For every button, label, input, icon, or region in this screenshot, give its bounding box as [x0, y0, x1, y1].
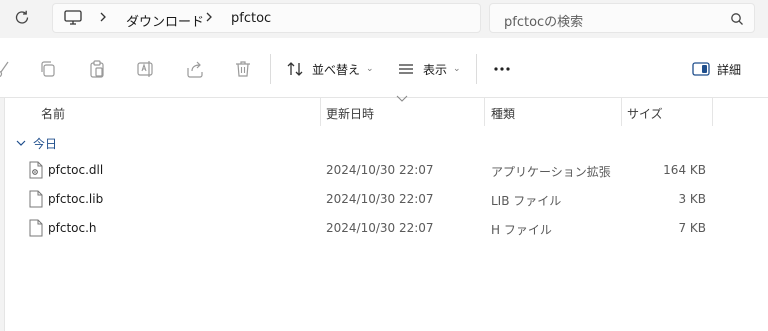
dll-file-icon: [29, 161, 43, 179]
chevron-down-icon: ⌄: [366, 64, 374, 74]
column-divider[interactable]: [621, 98, 622, 126]
details-label: 詳細: [717, 62, 742, 77]
address-bar[interactable]: ダウンロード pfctoc: [52, 3, 481, 33]
chevron-right-icon[interactable]: [98, 10, 108, 24]
share-icon[interactable]: [185, 59, 205, 79]
chevron-right-icon[interactable]: [204, 10, 214, 24]
more-icon: [494, 67, 510, 71]
file-row[interactable]: pfctoc.lib 2024/10/30 22:07 LIB ファイル 3 K…: [6, 185, 718, 214]
file-name: pfctoc.lib: [48, 192, 104, 206]
sort-button[interactable]: 並べ替え ⌄: [286, 58, 374, 80]
breadcrumb-pfctoc[interactable]: pfctoc: [231, 11, 271, 26]
address-bar-row: ダウンロード pfctoc pfctocの検索: [0, 0, 768, 38]
command-bar: 並べ替え ⌄ 表示 ⌄ 詳細: [0, 40, 768, 98]
search-input[interactable]: pfctocの検索: [489, 3, 755, 33]
file-icon: [29, 219, 43, 237]
file-name: pfctoc.h: [48, 221, 97, 235]
column-header-row: 名前 更新日時 種類 サイズ: [6, 98, 768, 126]
column-header-size[interactable]: サイズ: [627, 98, 663, 126]
column-header-modified[interactable]: 更新日時: [326, 98, 374, 126]
column-divider[interactable]: [484, 98, 485, 126]
this-pc-icon[interactable]: [64, 10, 82, 26]
toolbar-divider: [476, 54, 477, 84]
paste-icon[interactable]: [87, 59, 107, 79]
details-pane-button[interactable]: 詳細: [692, 58, 741, 80]
view-button[interactable]: 表示 ⌄: [397, 58, 461, 80]
delete-icon[interactable]: [233, 59, 253, 79]
file-type: LIB ファイル: [491, 194, 562, 208]
chevron-down-icon: ⌄: [453, 64, 461, 74]
file-type: H ファイル: [491, 223, 552, 237]
column-header-name[interactable]: 名前: [41, 98, 65, 126]
file-modified: 2024/10/30 22:07: [326, 163, 434, 177]
search-icon[interactable]: [730, 12, 744, 26]
navigation-pane-edge: [0, 98, 5, 331]
details-pane-icon: [692, 62, 710, 76]
refresh-icon[interactable]: [12, 8, 32, 28]
group-label: 今日: [33, 136, 58, 151]
sort-icon: [287, 62, 303, 76]
copy-icon[interactable]: [38, 59, 58, 79]
sort-label: 並べ替え: [312, 62, 361, 77]
view-icon: [399, 64, 413, 74]
search-placeholder: pfctocの検索: [504, 15, 584, 30]
group-header-today[interactable]: 今日: [16, 134, 57, 152]
more-options-button[interactable]: [491, 58, 513, 80]
column-header-type[interactable]: 種類: [491, 98, 515, 126]
file-modified: 2024/10/30 22:07: [326, 221, 434, 235]
cut-icon[interactable]: [0, 59, 14, 79]
column-divider[interactable]: [320, 98, 321, 126]
rename-icon[interactable]: [136, 59, 156, 79]
file-icon: [29, 190, 43, 208]
file-size: 7 KB: [678, 221, 706, 235]
file-row[interactable]: pfctoc.h 2024/10/30 22:07 H ファイル 7 KB: [6, 214, 718, 243]
file-type: アプリケーション拡張: [491, 165, 611, 179]
file-size: 164 KB: [663, 163, 706, 177]
file-row[interactable]: pfctoc.dll 2024/10/30 22:07 アプリケーション拡張 1…: [6, 156, 718, 185]
view-label: 表示: [423, 62, 448, 77]
column-divider[interactable]: [712, 98, 713, 126]
file-size: 3 KB: [678, 192, 706, 206]
file-modified: 2024/10/30 22:07: [326, 192, 434, 206]
file-name: pfctoc.dll: [48, 163, 104, 177]
breadcrumb-downloads[interactable]: ダウンロード: [126, 11, 204, 30]
toolbar-divider: [270, 54, 271, 84]
chevron-down-icon: [16, 140, 26, 146]
